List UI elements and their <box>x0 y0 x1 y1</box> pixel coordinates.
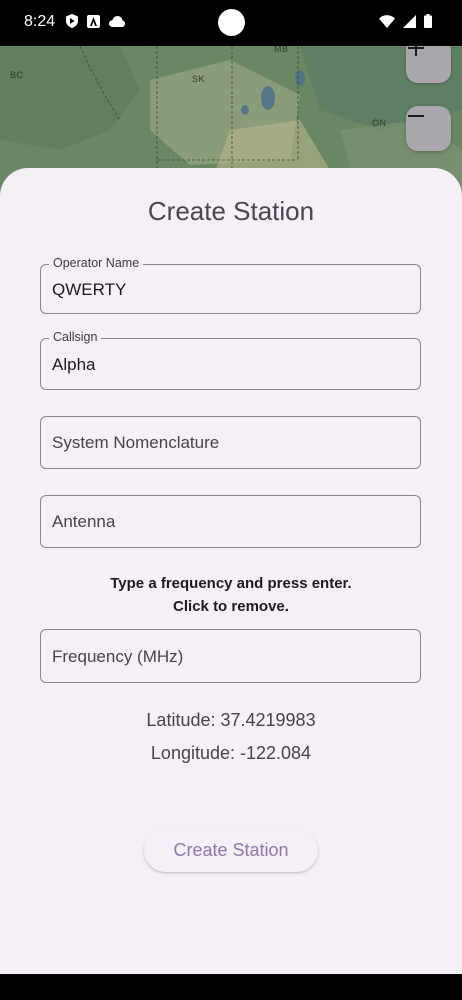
system-nomenclature-placeholder: System Nomenclature <box>52 433 220 452</box>
sheet-title: Create Station <box>147 196 315 226</box>
antenna-placeholder: Antenna <box>52 512 116 531</box>
zoom-out-button[interactable] <box>406 106 451 151</box>
create-station-button[interactable]: Create Station <box>144 829 318 872</box>
status-bar: 8:24 <box>0 0 462 46</box>
frequency-field[interactable]: Frequency (MHz) <box>40 629 421 683</box>
camera-cutout <box>218 9 245 36</box>
status-time: 8:24 <box>24 13 56 30</box>
map-label-sk: SK <box>192 74 206 84</box>
operator-name-field[interactable]: Operator Name QWERTY <box>40 256 421 314</box>
callsign-value: Alpha <box>52 355 96 374</box>
operator-name-value: QWERTY <box>52 280 127 299</box>
status-icons-right <box>379 14 432 28</box>
longitude-text: Longitude: -122.084 <box>150 743 312 763</box>
system-nomenclature-field[interactable]: System Nomenclature <box>40 416 421 469</box>
minus-icon <box>408 115 424 117</box>
status-icons-left <box>66 14 125 28</box>
wifi-icon <box>379 14 395 28</box>
callsign-label: Callsign <box>49 330 102 344</box>
map-label-bc: BC <box>10 70 24 80</box>
app-a-icon <box>87 14 100 28</box>
frequency-placeholder: Frequency (MHz) <box>52 647 184 666</box>
latitude-text: Latitude: 37.4219983 <box>146 710 316 730</box>
cellular-icon <box>403 14 416 28</box>
frequency-help-line-1: Type a frequency and press enter. <box>110 575 352 592</box>
battery-icon <box>424 14 432 28</box>
frequency-help-line-2: Click to remove. <box>173 598 289 615</box>
antenna-field[interactable]: Antenna <box>40 495 421 548</box>
operator-name-label: Operator Name <box>49 256 144 270</box>
shield-icon <box>66 14 78 28</box>
app-screen: AB BC SK MB ON 8:24 <box>0 0 462 1000</box>
cloud-icon <box>109 15 125 27</box>
callsign-field[interactable]: Callsign Alpha <box>40 330 421 390</box>
map-label-on: ON <box>372 118 387 128</box>
